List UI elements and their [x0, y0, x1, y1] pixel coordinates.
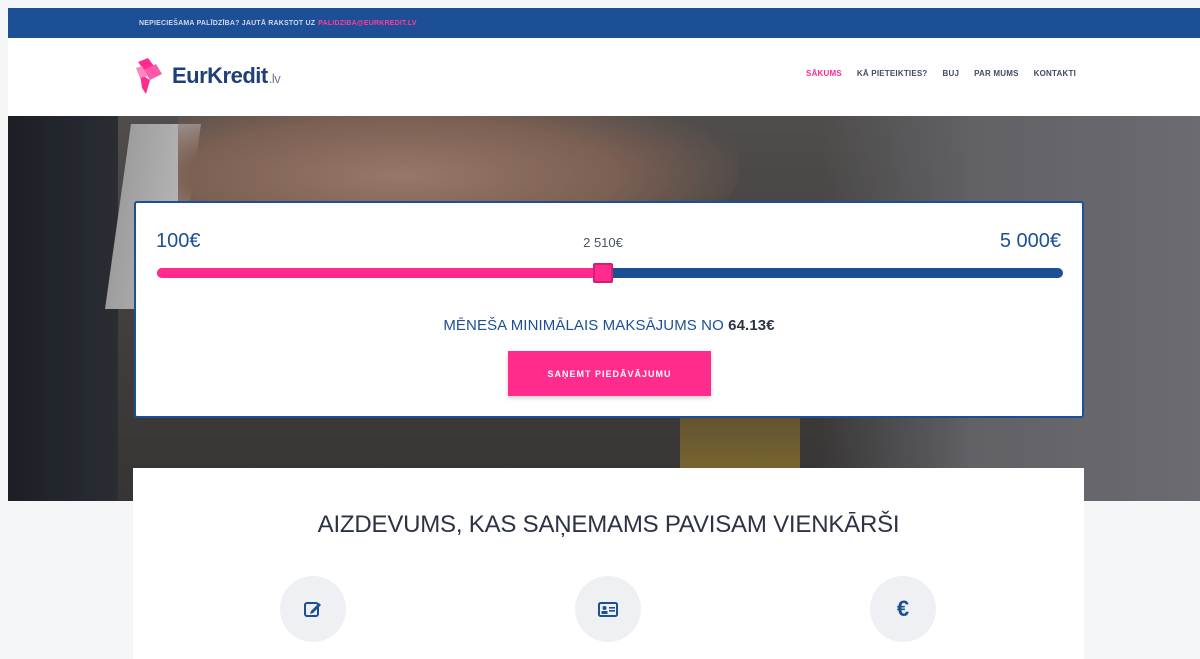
slider-handle[interactable] — [592, 263, 613, 283]
section-heading: AIZDEVUMS, KAS SAŅEMAMS PAVISAM VIENKĀRŠ… — [317, 511, 900, 538]
feature-euro: € — [870, 576, 936, 642]
id-card-icon — [598, 602, 618, 617]
get-offer-button[interactable]: SAŅEMT PIEDĀVĀJUMU — [508, 351, 711, 396]
logo-icon — [136, 58, 162, 94]
loan-calculator: 100€ 2 510€ 5 000€ MĒNEŠA MINIMĀLAIS MAK… — [134, 201, 1084, 418]
current-amount-label: 2 510€ — [583, 235, 623, 250]
nav-item-par-mums[interactable]: PAR MUMS — [974, 69, 1019, 78]
page: NEPIECIEŠAMA PALĪDZĪBA? JAUTĀ RAKSTOT UZ… — [0, 0, 1200, 659]
logo-text: EurKredit.lv — [172, 63, 281, 88]
feature-id — [575, 576, 641, 642]
monthly-payment-value: 64.13€ — [728, 317, 775, 334]
max-amount-label: 5 000€ — [999, 230, 1061, 252]
euro-icon: € — [896, 596, 910, 621]
edit-icon — [304, 602, 321, 617]
help-text: NEPIECIEŠAMA PALĪDZĪBA? JAUTĀ RAKSTOT UZ — [139, 19, 316, 27]
nav-item-kontakti[interactable]: KONTAKTI — [1034, 69, 1076, 78]
nav-item-buj[interactable]: BUJ — [942, 69, 959, 78]
amount-slider[interactable] — [157, 263, 1063, 283]
main-nav: SĀKUMS KĀ PIETEIKTIES? BUJ PAR MUMS KONT… — [806, 69, 1076, 78]
logo[interactable]: EurKredit.lv — [134, 56, 281, 96]
slider-fill — [157, 268, 603, 278]
nav-item-ka-pieteikties[interactable]: KĀ PIETEIKTIES? — [857, 69, 928, 78]
features-section: AIZDEVUMS, KAS SAŅEMAMS PAVISAM VIENKĀRŠ… — [133, 468, 1084, 659]
monthly-payment-text: MĒNEŠA MINIMĀLAIS MAKSĀJUMS NO 64.13€ — [443, 317, 775, 334]
nav-item-sakums[interactable]: SĀKUMS — [806, 69, 842, 78]
feature-edit — [280, 576, 346, 642]
site-header: EurKredit.lv SĀKUMS KĀ PIETEIKTIES? BUJ … — [8, 38, 1200, 116]
help-email-link[interactable]: PALIDZIBA@EURKREDIT.LV — [318, 20, 416, 27]
top-help-bar: NEPIECIEŠAMA PALĪDZĪBA? JAUTĀ RAKSTOT UZ… — [8, 8, 1200, 38]
